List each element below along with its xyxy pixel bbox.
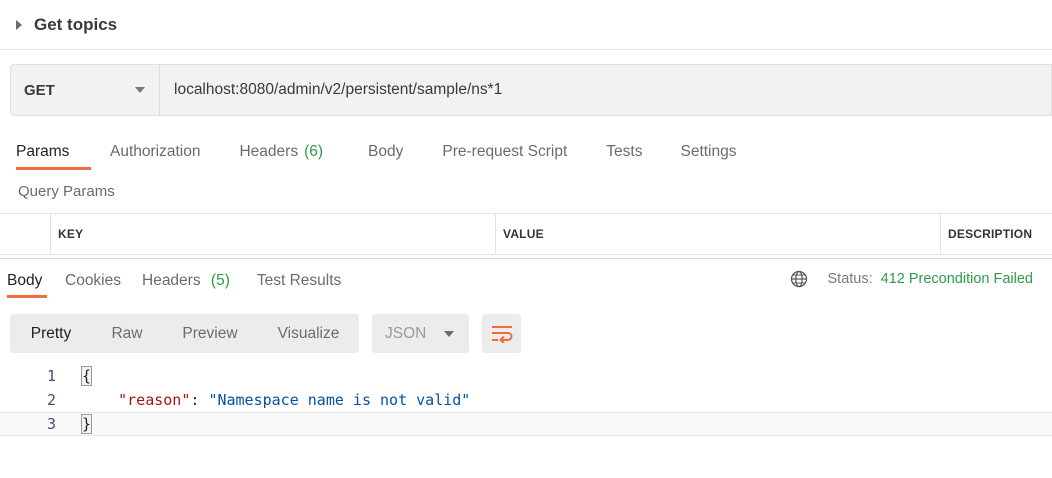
request-tabs: Params Authorization Headers (6) Body Pr…	[0, 134, 737, 170]
row-handle-column	[0, 214, 50, 254]
json-colon: :	[190, 391, 209, 409]
view-mode-segment: Pretty Raw Preview Visualize	[10, 314, 359, 353]
view-visualize-button[interactable]: Visualize	[258, 314, 359, 353]
url-input[interactable]: localhost:8080/admin/v2/persistent/sampl…	[160, 65, 502, 115]
response-status: Status: 412 Precondition Failed	[790, 270, 1033, 288]
params-table-header: KEY VALUE DESCRIPTION	[0, 213, 1052, 255]
chevron-down-icon	[135, 87, 145, 93]
method-select[interactable]: GET	[11, 65, 160, 115]
tab-params[interactable]: Params	[16, 134, 91, 170]
open-brace: {	[80, 366, 93, 386]
tab-settings[interactable]: Settings	[680, 134, 736, 170]
json-string-value: "Namespace name is not valid"	[208, 391, 471, 409]
description-column-header: DESCRIPTION	[940, 214, 1052, 254]
status-label: Status:	[827, 271, 873, 287]
request-title[interactable]: Get topics	[34, 15, 117, 35]
code-line: 2 "reason": "Namespace name is not valid…	[0, 388, 1052, 412]
tab-authorization[interactable]: Authorization	[110, 134, 200, 170]
response-headers-count: (5)	[210, 272, 230, 289]
response-tab-headers[interactable]: Headers (5)	[142, 262, 230, 298]
close-brace: }	[80, 414, 93, 434]
status-value[interactable]: 412 Precondition Failed	[881, 271, 1033, 287]
key-column-header: KEY	[50, 214, 495, 254]
tab-headers[interactable]: Headers (6)	[239, 134, 323, 170]
request-title-bar[interactable]: Get topics	[0, 0, 1052, 50]
expand-caret-icon[interactable]	[16, 19, 22, 30]
globe-icon[interactable]	[790, 270, 808, 288]
format-select[interactable]: JSON	[372, 314, 469, 353]
view-raw-button[interactable]: Raw	[92, 314, 162, 353]
line-number: 3	[46, 415, 56, 433]
line-number: 2	[46, 391, 56, 409]
wrap-lines-button[interactable]	[482, 314, 521, 353]
wrap-lines-icon	[491, 325, 512, 343]
tab-tests[interactable]: Tests	[606, 134, 642, 170]
headers-count: (6)	[304, 143, 324, 160]
json-key: "reason"	[118, 391, 191, 409]
method-label: GET	[24, 81, 55, 99]
tab-pre-request-script[interactable]: Pre-request Script	[442, 134, 567, 170]
response-body-editor[interactable]: 1 { 2 "reason": "Namespace name is not v…	[0, 364, 1052, 436]
value-column-header: VALUE	[495, 214, 940, 254]
response-tabs: Body Cookies Headers (5) Test Results	[0, 262, 341, 298]
tab-body[interactable]: Body	[368, 134, 403, 170]
code-line-current: 3 }	[0, 412, 1052, 436]
chevron-down-icon	[444, 330, 454, 337]
response-tab-cookies[interactable]: Cookies	[65, 262, 121, 298]
code-line: 1 {	[0, 364, 1052, 388]
query-params-label: Query Params	[18, 183, 115, 200]
pane-divider[interactable]	[0, 258, 1052, 259]
line-number: 1	[46, 367, 56, 385]
view-preview-button[interactable]: Preview	[162, 314, 258, 353]
url-bar: GET localhost:8080/admin/v2/persistent/s…	[10, 64, 1052, 116]
format-label: JSON	[385, 324, 427, 342]
response-tab-body[interactable]: Body	[7, 262, 47, 298]
view-pretty-button[interactable]: Pretty	[10, 314, 92, 353]
response-tab-test-results[interactable]: Test Results	[257, 262, 341, 298]
